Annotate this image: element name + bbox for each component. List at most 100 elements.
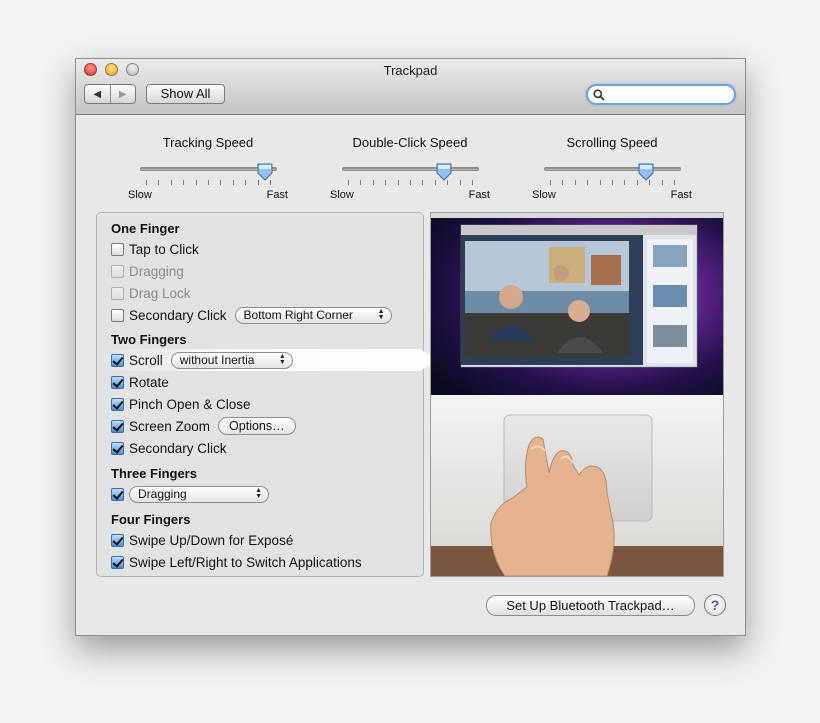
swipe-leftright-row[interactable]: Swipe Left/Right to Switch Applications xyxy=(111,553,362,571)
search-icon xyxy=(593,89,605,101)
double-click-speed-fast-label: Fast xyxy=(468,189,490,201)
title-bar: Trackpad ◀ ▶ Show All xyxy=(76,59,745,115)
tracking-speed-fast-label: Fast xyxy=(266,189,288,201)
preview-illustration xyxy=(431,213,723,576)
tracking-speed-slow-label: Slow xyxy=(128,189,152,201)
screen-zoom-options-button[interactable]: Options… xyxy=(218,417,296,435)
double-click-speed-slow-label: Slow xyxy=(330,189,354,201)
tracking-speed-slider-group: Tracking Speed Slow Fast xyxy=(128,135,288,205)
secondary-click-one-finger-label: Secondary Click xyxy=(129,307,227,323)
three-fingers-value: Dragging xyxy=(138,486,187,501)
tap-to-click-row[interactable]: Tap to Click xyxy=(111,240,199,258)
three-fingers-popup[interactable]: Dragging ▲ ▼ xyxy=(129,485,269,503)
trackpad-preferences-window: Trackpad ◀ ▶ Show All Tracking Speed Slo… xyxy=(75,58,746,636)
slider-tick xyxy=(587,180,589,185)
slider-tick xyxy=(422,180,424,185)
slider-tick xyxy=(410,180,411,185)
scroll-label: Scroll xyxy=(129,352,163,368)
tracking-speed-thumb[interactable] xyxy=(257,163,273,181)
dragging-label: Dragging xyxy=(129,263,184,279)
pinch-label: Pinch Open & Close xyxy=(129,396,251,412)
two-fingers-heading: Two Fingers xyxy=(111,332,187,347)
chevron-updown-icon: ▲ ▼ xyxy=(377,307,385,321)
help-button[interactable]: ? xyxy=(704,594,726,616)
show-all-button[interactable]: Show All xyxy=(146,84,225,104)
secondary-click-one-finger-row[interactable]: Secondary Click Bottom Right Corner ▲ ▼ xyxy=(111,306,392,324)
rotate-label: Rotate xyxy=(129,374,169,390)
swipe-leftright-checkbox[interactable] xyxy=(111,555,124,569)
slider-tick xyxy=(232,180,234,185)
slider-tick xyxy=(348,180,349,185)
drag-lock-label: Drag Lock xyxy=(129,285,191,301)
one-finger-heading: One Finger xyxy=(111,221,180,236)
pinch-checkbox[interactable] xyxy=(111,397,124,411)
three-fingers-row[interactable]: Dragging ▲ ▼ xyxy=(111,485,269,503)
rotate-row[interactable]: Rotate xyxy=(111,373,169,391)
swipe-updown-label: Swipe Up/Down for Exposé xyxy=(129,532,294,548)
slider-tick xyxy=(562,180,564,185)
scroll-inertia-popup[interactable]: without Inertia ▲ ▼ xyxy=(170,351,293,369)
forward-button[interactable]: ▶ xyxy=(109,85,136,103)
slider-tick xyxy=(158,180,160,185)
secondary-click-corner-popup[interactable]: Bottom Right Corner ▲ ▼ xyxy=(234,306,392,324)
scrolling-speed-fast-label: Fast xyxy=(670,189,692,201)
dragging-row: Dragging xyxy=(111,262,184,280)
slider-tick xyxy=(183,180,185,185)
scrolling-speed-slow-label: Slow xyxy=(532,189,556,201)
dragging-checkbox xyxy=(111,264,124,278)
pinch-row[interactable]: Pinch Open & Close xyxy=(111,395,251,413)
screen-zoom-checkbox[interactable] xyxy=(111,419,124,433)
slider-tick xyxy=(599,180,601,185)
tracking-speed-label: Tracking Speed xyxy=(162,135,254,150)
slider-tick xyxy=(397,180,399,185)
drag-lock-checkbox xyxy=(111,286,124,300)
three-fingers-checkbox[interactable] xyxy=(111,487,124,501)
slider-tick xyxy=(661,180,663,185)
slider-tick xyxy=(208,180,209,185)
scroll-inertia-value: without Inertia xyxy=(179,352,255,367)
scrolling-speed-label: Scrolling Speed xyxy=(566,135,658,150)
slider-tick xyxy=(550,180,551,185)
secondary-click-two-fingers-label: Secondary Click xyxy=(129,440,227,456)
tap-to-click-label: Tap to Click xyxy=(129,241,199,257)
scrolling-speed-thumb[interactable] xyxy=(638,163,654,181)
scroll-row[interactable]: Scroll without Inertia ▲ ▼ xyxy=(111,351,293,369)
tick-marks xyxy=(146,180,271,185)
slider-tick xyxy=(674,180,675,185)
slider-tick xyxy=(220,180,222,185)
scrolling-speed-slider-group: Scrolling Speed Slow Fast xyxy=(532,135,692,205)
secondary-click-two-fingers-row[interactable]: Secondary Click xyxy=(111,439,227,457)
double-click-speed-label: Double-Click Speed xyxy=(352,135,468,150)
chevron-updown-icon: ▲ ▼ xyxy=(255,486,262,500)
double-click-speed-thumb[interactable] xyxy=(436,163,452,181)
secondary-click-one-finger-checkbox[interactable] xyxy=(111,308,124,322)
swipe-updown-checkbox[interactable] xyxy=(111,533,124,547)
slider-tick xyxy=(459,180,461,185)
tap-to-click-checkbox[interactable] xyxy=(111,242,124,256)
four-fingers-heading: Four Fingers xyxy=(111,512,191,527)
swipe-updown-row[interactable]: Swipe Up/Down for Exposé xyxy=(111,531,293,549)
scrolling-speed-track[interactable] xyxy=(544,167,681,171)
secondary-click-two-fingers-checkbox[interactable] xyxy=(111,441,124,455)
slider-tick xyxy=(624,180,626,185)
gesture-preview-image xyxy=(430,212,724,577)
back-button[interactable]: ◀ xyxy=(85,85,110,103)
search-input[interactable] xyxy=(608,87,732,104)
secondary-click-corner-value: Bottom Right Corner xyxy=(243,307,353,322)
screen-zoom-row[interactable]: Screen Zoom Options… xyxy=(111,417,296,435)
slider-tick xyxy=(372,180,374,185)
slider-tick xyxy=(472,180,473,185)
window-title: Trackpad xyxy=(383,63,438,78)
tick-marks xyxy=(550,180,675,185)
three-fingers-heading: Three Fingers xyxy=(111,466,197,481)
slider-tick xyxy=(385,180,387,185)
double-click-speed-track[interactable] xyxy=(342,167,479,171)
search-field[interactable] xyxy=(586,84,736,105)
slider-tick xyxy=(574,180,576,185)
chevron-updown-icon: ▲ ▼ xyxy=(278,352,286,366)
scroll-checkbox[interactable] xyxy=(111,353,124,367)
rotate-checkbox[interactable] xyxy=(111,375,124,389)
gestures-panel: One Finger Tap to Click Dragging Drag Lo… xyxy=(96,212,437,577)
slider-tick xyxy=(245,180,247,185)
setup-bluetooth-trackpad-button[interactable]: Set Up Bluetooth Trackpad… xyxy=(486,595,695,616)
